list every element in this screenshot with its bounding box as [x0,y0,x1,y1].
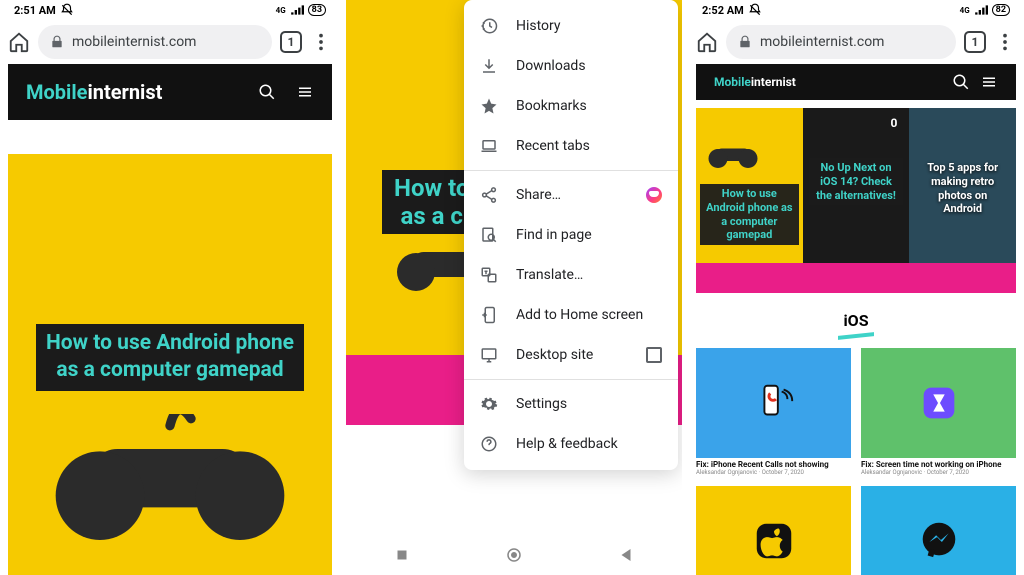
category-heading: iOS [688,311,1024,330]
menu-downloads[interactable]: Downloads [464,46,678,86]
help-icon [480,435,498,453]
hourglass-icon [916,380,962,426]
search-icon[interactable] [258,83,276,101]
menu-share[interactable]: Share… [464,175,678,215]
phone-call-icon [751,380,797,426]
network-label: 4G [276,6,286,15]
site-logo[interactable]: Mobileinternist [714,75,796,89]
browser-toolbar: mobileinternist.com 1 [688,20,1024,64]
article-tile-2[interactable]: Fix: Screen time not working on iPhone A… [861,348,1016,476]
menu-find[interactable]: Find in page [464,215,678,255]
apple-icon [751,518,797,564]
nav-home-icon[interactable] [505,546,523,564]
menu-bookmarks[interactable]: Bookmarks [464,86,678,126]
menu-history[interactable]: History [464,6,678,46]
gamepad-icon [50,414,290,554]
status-time: 2:51 AM [14,4,56,17]
url-text: mobileinternist.com [760,34,884,50]
battery-level: 83 [308,4,326,16]
site-header: Mobileinternist [696,64,1016,100]
checkbox-unchecked-icon[interactable] [646,347,662,363]
status-bar: 2:51 AM 4G 83 [0,0,340,20]
badge-zero: 0 [890,116,897,130]
translate-icon [480,266,498,284]
network-label: 4G [960,6,970,15]
desktop-icon [480,346,498,364]
search-icon[interactable] [952,73,970,91]
browser-toolbar: mobileinternist.com 1 [0,20,340,64]
site-header: Mobileinternist [8,64,332,120]
history-icon [480,17,498,35]
url-bar[interactable]: mobileinternist.com [38,25,272,59]
add-home-icon [480,306,498,324]
tab-switcher[interactable]: 1 [964,31,986,53]
messenger-icon [646,187,662,203]
tab-switcher[interactable]: 1 [280,31,302,53]
article-tile-3[interactable] [696,486,851,575]
home-button[interactable] [8,31,30,53]
gamepad-icon [708,138,758,174]
star-icon [480,97,498,115]
dnd-icon [748,3,762,17]
menu-settings[interactable]: Settings [464,384,678,424]
phone-screenshot-2: How to as a c History Downloads Bookmark… [346,0,682,575]
hamburger-icon[interactable] [980,73,998,91]
phone-screenshot-3: 2:52 AM 4G 82 mobileinternist.com 1 Mobi… [688,0,1024,575]
nav-recent-icon[interactable] [393,546,411,564]
url-text: mobileinternist.com [72,34,196,50]
find-icon [480,226,498,244]
status-time: 2:52 AM [702,4,744,17]
lock-icon [50,35,64,49]
lock-icon [738,35,752,49]
share-icon [480,186,498,204]
chrome-overflow-menu: History Downloads Bookmarks Recent tabs … [464,0,678,470]
hero-card[interactable]: How to use Android phone as a computer g… [8,154,332,575]
messenger-icon [916,518,962,564]
menu-help[interactable]: Help & feedback [464,424,678,464]
menu-add-home[interactable]: Add to Home screen [464,295,678,335]
download-icon [480,57,498,75]
menu-recent-tabs[interactable]: Recent tabs [464,126,678,166]
hamburger-icon[interactable] [296,83,314,101]
overflow-menu-button[interactable] [994,31,1016,53]
laptop-icon [480,137,498,155]
article-tile-4[interactable] [861,486,1016,575]
phone-screenshot-1: 2:51 AM 4G 83 mobileinternist.com 1 Mobi… [0,0,340,575]
signal-icon [290,3,304,17]
battery-level: 82 [992,4,1010,16]
featured-card-3[interactable]: Top 5 apps for making retro photos on An… [909,108,1016,263]
category-underline [838,332,874,340]
gear-icon [480,395,498,413]
site-logo[interactable]: Mobileinternist [26,80,162,104]
featured-card-1[interactable]: How to use Android phone as a computer g… [696,108,803,263]
menu-desktop-site[interactable]: Desktop site [464,335,678,375]
featured-row: How to use Android phone as a computer g… [696,108,1016,263]
menu-translate[interactable]: Translate… [464,255,678,295]
signal-icon [974,3,988,17]
android-nav-bar [346,535,682,575]
featured-card-2[interactable]: 0 No Up Next on iOS 14? Check the altern… [803,108,910,263]
accent-bar [696,263,1016,293]
article-tile-1[interactable]: Fix: iPhone Recent Calls not showing Ale… [696,348,851,476]
status-bar: 2:52 AM 4G 82 [688,0,1024,20]
url-bar[interactable]: mobileinternist.com [726,25,956,59]
dnd-icon [60,3,74,17]
overflow-menu-button[interactable] [310,31,332,53]
nav-back-icon[interactable] [617,546,635,564]
home-button[interactable] [696,31,718,53]
hero-title: How to use Android phone as a computer g… [36,324,304,391]
